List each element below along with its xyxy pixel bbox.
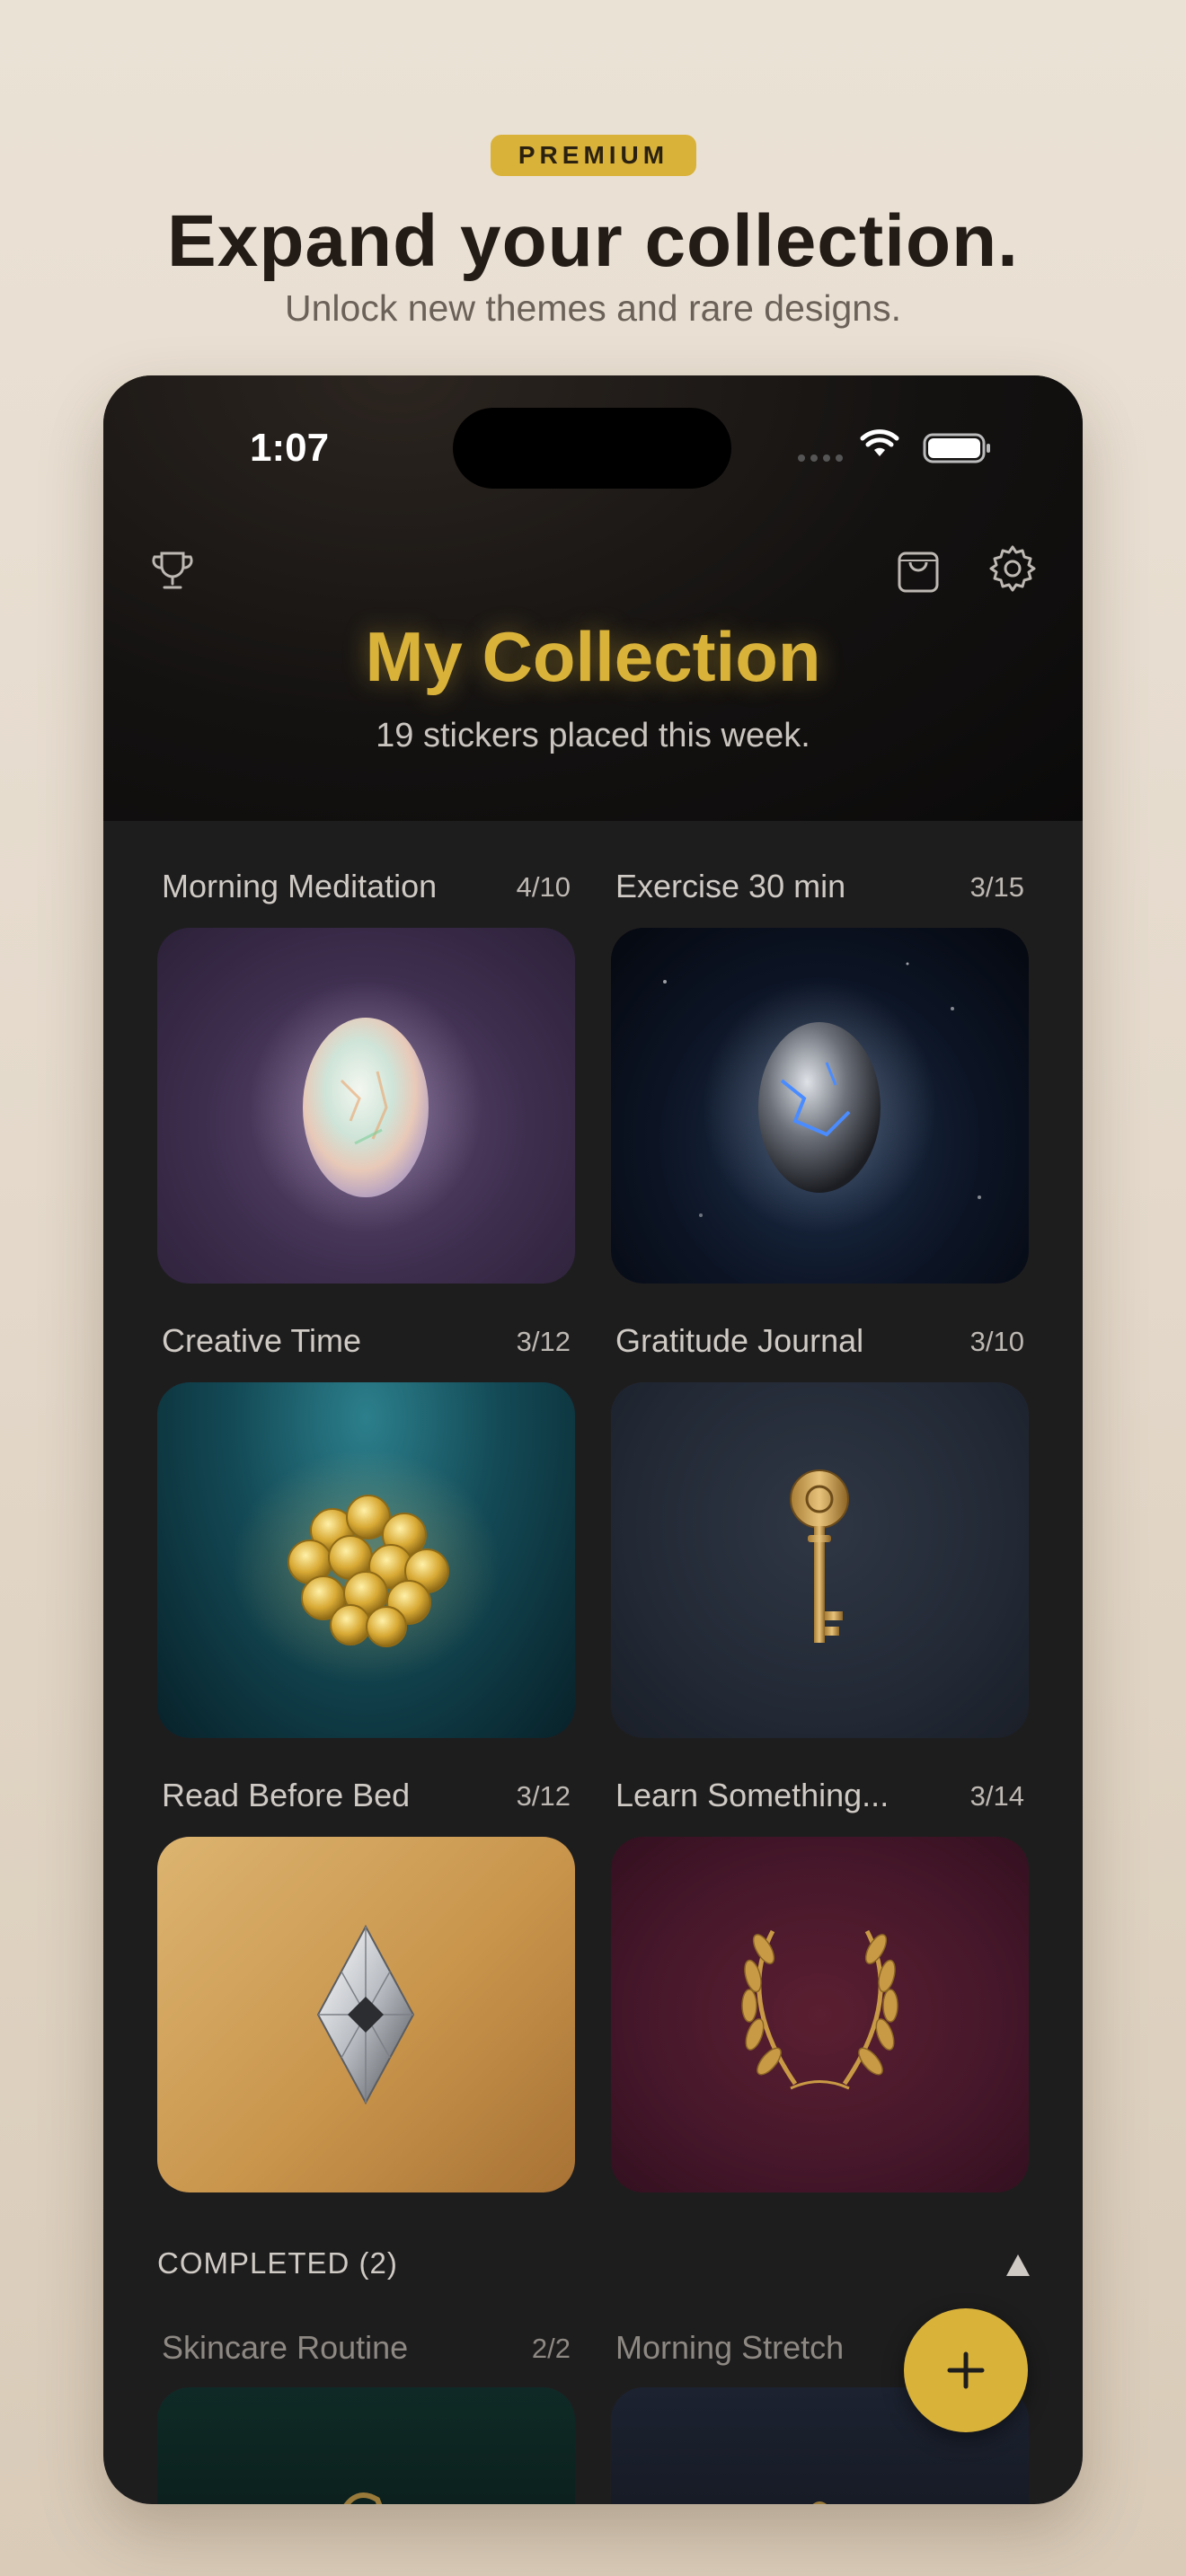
- collapse-triangle-icon[interactable]: [1005, 2253, 1031, 2278]
- collection-progress: 3/14: [969, 1780, 1024, 1812]
- horse-sticker-icon: [343, 2492, 383, 2504]
- opal-sticker-card[interactable]: [157, 928, 575, 1284]
- storm-egg-sticker-card[interactable]: [611, 928, 1029, 1284]
- completed-sticker-card[interactable]: [157, 2387, 575, 2504]
- collection-title: Read Before Bed: [162, 1777, 411, 1813]
- collection-progress: 3/12: [516, 1326, 571, 1357]
- cellular-signal-icon: [798, 454, 843, 462]
- collection-progress: 3/15: [969, 871, 1024, 903]
- collection-title: Morning Meditation: [162, 868, 438, 904]
- collection-progress: 3/12: [516, 1780, 571, 1812]
- completed-section-header[interactable]: COMPLETED (2): [157, 2246, 398, 2280]
- battery-icon: [923, 433, 990, 463]
- trophy-icon[interactable]: [148, 546, 197, 595]
- page-title: My Collection: [365, 617, 821, 696]
- promo-subhead: Unlock new themes and rare designs.: [285, 287, 901, 329]
- completed-collection-title: Skincare Routine: [162, 2329, 409, 2366]
- rose-key-sticker-icon: [790, 1469, 849, 1643]
- status-time: 1:07: [250, 426, 330, 470]
- gear-icon[interactable]: [987, 543, 1039, 595]
- laurel-wreath-sticker-card[interactable]: [611, 1837, 1029, 2192]
- promo-headline: Expand your collection.: [167, 200, 1019, 282]
- collection-title: Learn Something...: [615, 1777, 890, 1813]
- add-collection-button[interactable]: [904, 2308, 1028, 2432]
- plus-icon: [947, 2351, 985, 2389]
- shopping-bag-icon[interactable]: [894, 543, 943, 595]
- rose-key-sticker-card[interactable]: [611, 1382, 1029, 1738]
- completed-collection-progress: 2/2: [531, 2333, 571, 2364]
- collection-title: Exercise 30 min: [615, 868, 846, 904]
- collection-title: Creative Time: [162, 1322, 362, 1359]
- completed-collection-title: Morning Stretch: [615, 2329, 845, 2366]
- opal-sticker-icon: [249, 982, 482, 1233]
- diamond-sticker-icon: [316, 1924, 415, 2105]
- collection-progress: 4/10: [516, 871, 571, 903]
- page-subtitle: 19 stickers placed this week.: [376, 717, 810, 754]
- gold-coins-sticker-icon: [231, 1450, 500, 1683]
- gold-coins-sticker-card[interactable]: [157, 1382, 575, 1738]
- wifi-icon: [860, 429, 899, 456]
- dynamic-island: [453, 408, 731, 489]
- phone-screen: 1:07 My Collection 19 stickers placed th…: [103, 375, 1083, 2504]
- premium-badge: PREMIUM: [491, 135, 696, 176]
- collection-title: Gratitude Journal: [615, 1322, 864, 1359]
- storm-egg-sticker-icon: [663, 962, 981, 1233]
- collection-progress: 3/10: [969, 1326, 1024, 1357]
- laurel-wreath-sticker-icon: [741, 1929, 898, 2090]
- diamond-sticker-card[interactable]: [157, 1837, 575, 2192]
